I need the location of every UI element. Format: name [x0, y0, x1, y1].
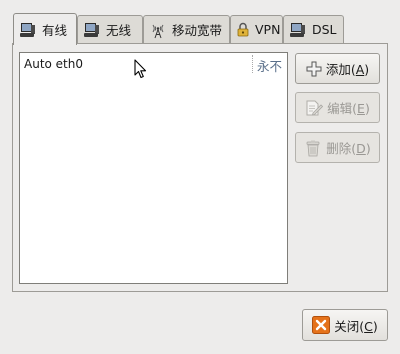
edit-button-label: 编辑(E) [327, 101, 370, 116]
add-button-label: 添加(A) [325, 62, 370, 77]
close-button[interactable]: 关闭(C) [302, 309, 388, 341]
tab-wireless[interactable]: 无线 [77, 15, 143, 43]
tab-wired[interactable]: 有线 [13, 13, 77, 45]
list-item[interactable]: Auto eth0 永不 [20, 53, 287, 75]
mouse-pointer-icon [134, 59, 148, 82]
edit-document-icon [305, 99, 324, 117]
column-separator [252, 55, 253, 73]
dsl-network-icon [290, 22, 306, 38]
tab-mobile-broadband[interactable]: 移动宽带 [143, 15, 230, 43]
trash-icon [304, 139, 322, 157]
connection-name: Auto eth0 [24, 57, 84, 71]
add-button[interactable]: 添加(A) [295, 53, 380, 84]
tab-vpn[interactable]: VPN [230, 15, 283, 43]
vpn-lock-icon [237, 22, 249, 37]
tab-mobile-broadband-label: 移动宽带 [172, 23, 223, 38]
wired-network-icon [20, 22, 36, 38]
close-icon [312, 316, 331, 334]
delete-button[interactable]: 删除(D) [295, 132, 380, 163]
delete-button-label: 删除(D) [326, 141, 371, 156]
close-button-label: 关闭(C) [334, 318, 378, 334]
tab-dsl-label: DSL [312, 22, 337, 37]
wireless-network-icon [84, 22, 100, 38]
tab-dsl[interactable]: DSL [283, 15, 344, 43]
connection-list[interactable]: Auto eth0 永不 [19, 52, 288, 284]
tab-wireless-label: 无线 [106, 23, 132, 38]
tab-vpn-label: VPN [255, 22, 281, 37]
edit-button[interactable]: 编辑(E) [295, 92, 380, 123]
connection-last-used: 永不 [256, 59, 282, 74]
mobile-broadband-icon [150, 21, 166, 39]
plus-icon [306, 61, 322, 77]
tab-wired-label: 有线 [42, 23, 68, 38]
